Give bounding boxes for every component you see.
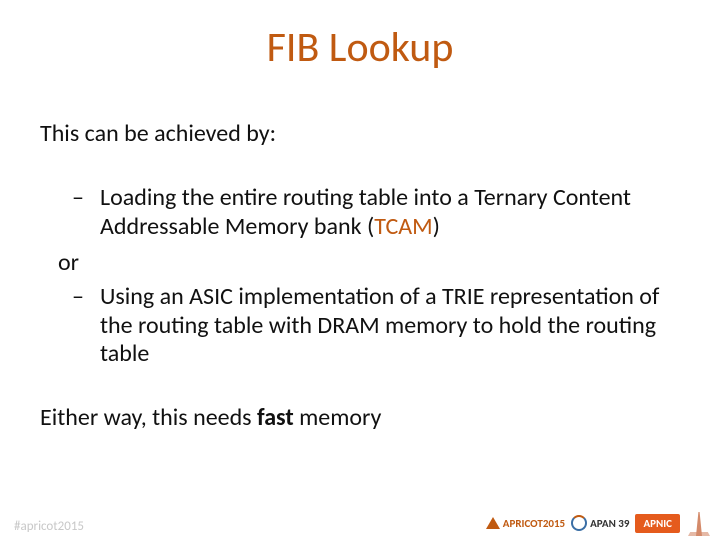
apan-label: APAN 39 [590, 517, 629, 530]
apan-ring-icon [571, 515, 587, 531]
footer-logos: APRICOT2015 APAN 39 APNIC [486, 510, 710, 536]
bullet-list: – Loading the entire routing table into … [64, 184, 680, 241]
conclusion-post: memory [294, 403, 382, 432]
bullet1-segment-pre: Loading the entire routing table into a … [100, 183, 631, 240]
apricot-label: APRICOT2015 [503, 517, 565, 530]
apricot-logo: APRICOT2015 [486, 517, 565, 530]
bullet2-text: Using an ASIC implementation of a TRIE r… [100, 282, 659, 368]
tower-icon [688, 510, 710, 536]
conclusion-text: Either way, this needs fast memory [40, 404, 680, 432]
footer-hashtag: #apricot2015 [14, 519, 84, 534]
intro-text: This can be achieved by: [40, 120, 680, 148]
slide: FIB Lookup This can be achieved by: – Lo… [0, 0, 720, 540]
bullet1-segment-accent: TCAM [374, 212, 432, 241]
bullet-item-1: – Loading the entire routing table into … [64, 184, 680, 241]
slide-title: FIB Lookup [0, 22, 720, 73]
slide-body: This can be achieved by: – Loading the e… [40, 120, 680, 433]
or-label: or [58, 249, 680, 277]
conclusion-pre: Either way, this needs [40, 403, 257, 432]
apan-logo: APAN 39 [571, 515, 629, 531]
bullet-dash-icon: – [72, 283, 84, 311]
conclusion-bold: fast [257, 403, 294, 432]
bullet-dash-icon: – [72, 184, 84, 212]
bullet-item-2: – Using an ASIC implementation of a TRIE… [64, 283, 680, 368]
bullet1-segment-post: ) [433, 212, 440, 241]
apnic-logo: APNIC [635, 514, 680, 533]
footer: #apricot2015 APRICOT2015 APAN 39 APNIC [0, 508, 720, 540]
apricot-mark-icon [486, 517, 500, 529]
bullet-list-2: – Using an ASIC implementation of a TRIE… [64, 283, 680, 368]
